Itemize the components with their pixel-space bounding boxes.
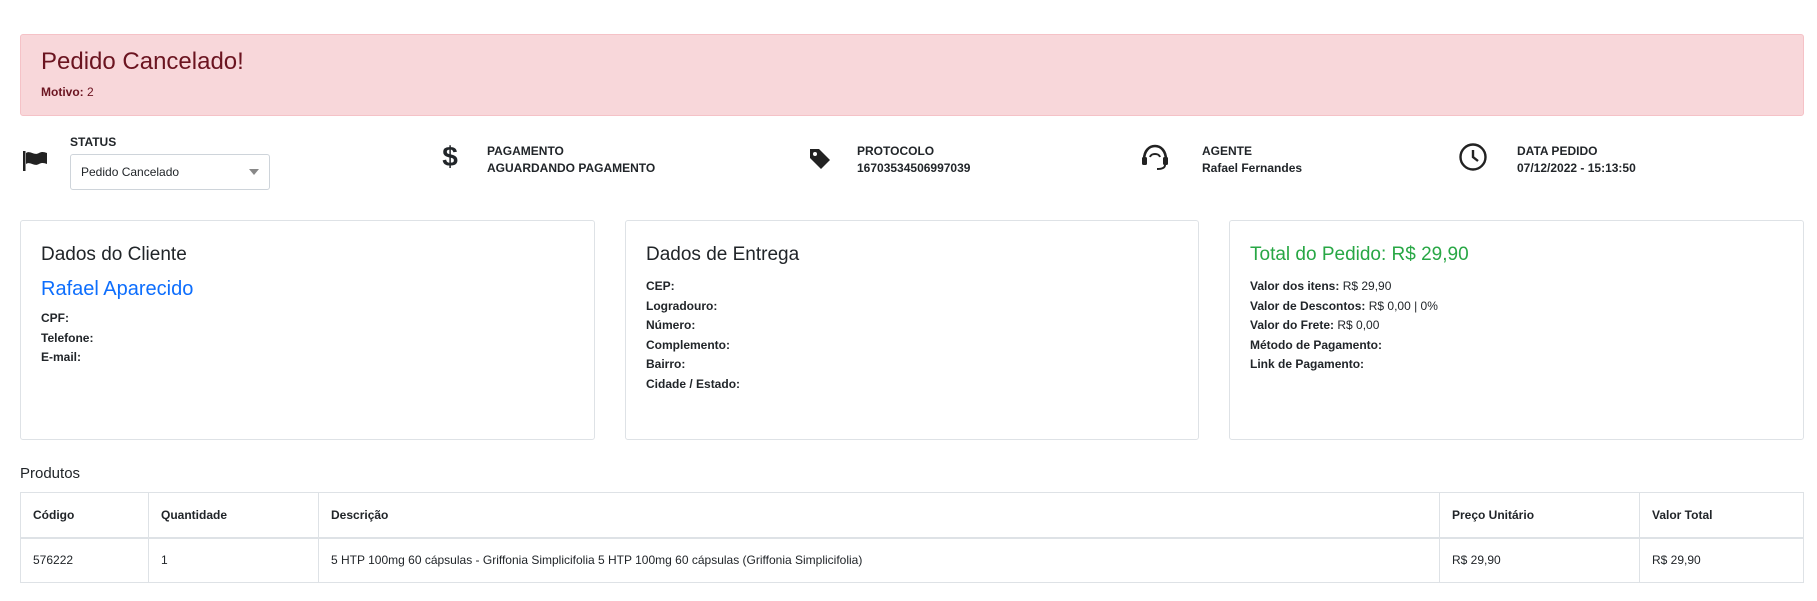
col-header-description: Descrição	[318, 492, 1440, 539]
clock-icon	[1458, 142, 1488, 172]
status-block: STATUS Pedido Cancelado	[20, 134, 320, 194]
protocol-block: PROTOCOLO 16703534506997039	[805, 134, 1105, 194]
date-label: DATA PEDIDO	[1517, 144, 1598, 158]
status-label: STATUS	[70, 135, 117, 149]
alert-reason-value: 2	[87, 85, 94, 99]
payment-label: PAGAMENTO	[487, 144, 564, 158]
client-phone: Telefone:	[41, 330, 94, 345]
chevron-down-icon	[249, 169, 259, 175]
cell-unit-price: R$ 29,90	[1439, 537, 1640, 583]
status-select[interactable]: Pedido Cancelado	[70, 154, 270, 190]
client-fields: CPF: Telefone: E-mail:	[41, 309, 574, 368]
delivery-complement: Complemento:	[646, 337, 730, 352]
col-header-unit-price: Preço Unitário	[1439, 492, 1640, 539]
delivery-street: Logradouro:	[646, 298, 718, 313]
table-row: 576222 1 5 HTP 100mg 60 cápsulas - Griff…	[20, 537, 1804, 583]
total-payment-link: Link de Pagamento:	[1250, 357, 1365, 371]
agent-label: AGENTE	[1202, 144, 1253, 158]
col-header-quantity: Quantidade	[148, 492, 319, 539]
payment-value: AGUARDANDO PAGAMENTO	[487, 161, 656, 175]
date-value: 07/12/2022 - 15:13:50	[1517, 161, 1636, 175]
col-header-total: Valor Total	[1639, 492, 1804, 539]
status-selected-value: Pedido Cancelado	[81, 165, 180, 179]
col-header-code: Código	[20, 492, 149, 539]
total-freight: Valor do Frete: R$ 0,00	[1250, 318, 1380, 332]
agent-block: AGENTE Rafael Fernandes	[1140, 134, 1440, 194]
products-heading: Produtos	[20, 465, 81, 482]
client-card: Dados do Cliente Rafael Aparecido CPF: T…	[20, 220, 595, 440]
cancel-alert: Pedido Cancelado! Motivo: 2	[20, 34, 1804, 116]
client-cpf: CPF:	[41, 311, 69, 325]
products-header-row: Código Quantidade Descrição Preço Unitár…	[20, 492, 1804, 539]
client-card-title: Dados do Cliente	[41, 244, 187, 265]
order-info-row: STATUS Pedido Cancelado $ PAGAMENTO AGUA…	[20, 134, 1804, 194]
cell-description: 5 HTP 100mg 60 cápsulas - Griffonia Simp…	[318, 537, 1440, 583]
headset-icon	[1140, 142, 1170, 172]
client-name-link[interactable]: Rafael Aparecido	[41, 277, 574, 301]
tag-icon	[805, 144, 835, 174]
alert-reason: Motivo: 2	[41, 85, 1783, 99]
dollar-icon: $	[442, 141, 458, 172]
delivery-fields: CEP: Logradouro: Número: Complemento: Ba…	[646, 277, 1178, 394]
total-card-title: Total do Pedido: R$ 29,90	[1250, 244, 1469, 265]
delivery-card: Dados de Entrega CEP: Logradouro: Número…	[625, 220, 1199, 440]
delivery-cep: CEP:	[646, 279, 675, 293]
total-card: Total do Pedido: R$ 29,90 Valor dos iten…	[1229, 220, 1804, 440]
client-email: E-mail:	[41, 350, 82, 364]
cell-quantity: 1	[148, 537, 319, 583]
total-discount: Valor de Descontos: R$ 0,00 | 0%	[1250, 298, 1438, 313]
cell-code: 576222	[20, 537, 149, 583]
delivery-number: Número:	[646, 318, 696, 332]
total-fields: Valor dos itens: R$ 29,90 Valor de Desco…	[1250, 277, 1783, 375]
alert-title: Pedido Cancelado!	[41, 48, 244, 75]
protocol-value: 16703534506997039	[857, 161, 971, 175]
delivery-card-title: Dados de Entrega	[646, 244, 800, 265]
protocol-label: PROTOCOLO	[857, 144, 935, 158]
total-items: Valor dos itens: R$ 29,90	[1250, 279, 1392, 293]
flag-icon	[20, 146, 50, 176]
alert-reason-label: Motivo:	[41, 85, 84, 99]
products-table: Código Quantidade Descrição Preço Unitár…	[20, 492, 1804, 583]
date-block: DATA PEDIDO 07/12/2022 - 15:13:50	[1458, 134, 1798, 194]
delivery-district: Bairro:	[646, 357, 686, 371]
total-payment-method: Método de Pagamento:	[1250, 337, 1383, 352]
delivery-city: Cidade / Estado:	[646, 376, 741, 391]
payment-block: $ PAGAMENTO AGUARDANDO PAGAMENTO	[435, 134, 735, 194]
cell-total: R$ 29,90	[1639, 537, 1804, 583]
agent-value: Rafael Fernandes	[1202, 161, 1303, 175]
